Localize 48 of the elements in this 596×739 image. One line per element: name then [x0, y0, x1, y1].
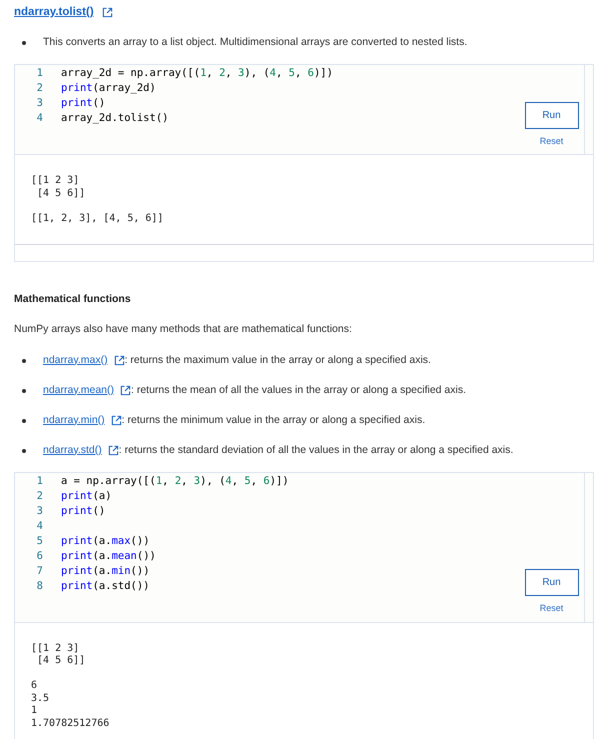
- external-link-icon[interactable]: [102, 7, 113, 18]
- title-link[interactable]: ndarray.tolist(): [14, 4, 94, 22]
- method-link[interactable]: ndarray.mean(): [43, 382, 114, 398]
- code-line: print(a.mean()): [61, 548, 156, 564]
- line-number: 6: [36, 548, 44, 564]
- line-number: 4: [36, 111, 44, 126]
- external-link-icon[interactable]: [120, 385, 131, 396]
- method-description: : returns the mean of all the values in the array or along a specified axis.: [131, 382, 466, 398]
- code-line: print(a.std()): [61, 578, 150, 594]
- external-link-icon[interactable]: [108, 445, 119, 456]
- section-paragraph: NumPy arrays also have many methods that are mathematical functions:: [14, 322, 353, 337]
- code-editor[interactable]: 1 array_2d = np.array([(1, 2, 3), (4, 5, 6)]) 2 print(array_2d) 3 print() 4 array_2d.tolist(): [15, 65, 519, 154]
- line-number: 5: [36, 534, 44, 548]
- code-line: print(): [61, 504, 106, 518]
- code-output: [[1 2 3] [4 5 6]] 6 3.5 1 1.70782512766: [15, 622, 593, 739]
- code-line: print(a.min()): [61, 564, 150, 578]
- line-number: 8: [36, 578, 44, 594]
- code-editor[interactable]: 1 a = np.array([(1, 2, 3), (4, 5, 6)]) 2 print(a) 3 print() 4 5 print(a.max()) 6 print(a.mean()) 7 print(a.min()) 8 print(a.std()): [15, 472, 519, 622]
- code-line: print(): [61, 96, 106, 111]
- code-line: a = np.array([(1, 2, 3), (4, 5, 6)]): [61, 474, 289, 488]
- method-link[interactable]: ndarray.min(): [43, 412, 105, 428]
- code-line: print(a): [61, 488, 112, 504]
- run-button[interactable]: Run: [524, 569, 578, 596]
- line-number: 3: [36, 504, 44, 518]
- line-number: 2: [36, 488, 44, 504]
- external-link-icon[interactable]: [114, 355, 125, 366]
- method-link[interactable]: ndarray.std(): [43, 442, 102, 458]
- reset-link[interactable]: Reset: [540, 134, 564, 148]
- code-output: [[1 2 3] [4 5 6]] [[1, 2, 3], [4, 5, 6]]: [15, 155, 593, 245]
- line-number: 4: [36, 518, 44, 534]
- bullet-text: This converts an array to a list object. Multidimensional arrays are converted to nested lists.: [43, 35, 468, 50]
- section-heading: Mathematical functions: [14, 292, 132, 307]
- code-line: print(array_2d): [61, 81, 156, 96]
- external-link-icon[interactable]: [110, 415, 122, 426]
- code-line: array_2d = np.array([(1, 2, 3), (4, 5, 6)]): [61, 66, 333, 81]
- line-number: 1: [36, 474, 44, 488]
- line-number: 2: [36, 81, 44, 96]
- code-line: print(a.max()): [61, 534, 150, 548]
- method-description: : returns the standard deviation of all the values in the array or along a specified axis.: [118, 442, 514, 458]
- line-number: 7: [36, 564, 44, 578]
- method-link[interactable]: ndarray.max(): [43, 352, 108, 368]
- method-description: : returns the maximum value in the array or along a specified axis.: [124, 352, 431, 368]
- line-number: 3: [36, 96, 44, 111]
- method-description: : returns the minimum value in the array or along a specified axis.: [122, 412, 426, 428]
- line-number: 1: [36, 66, 44, 81]
- reset-link[interactable]: Reset: [540, 602, 564, 616]
- run-button[interactable]: Run: [524, 102, 578, 128]
- code-line: array_2d.tolist(): [61, 111, 168, 126]
